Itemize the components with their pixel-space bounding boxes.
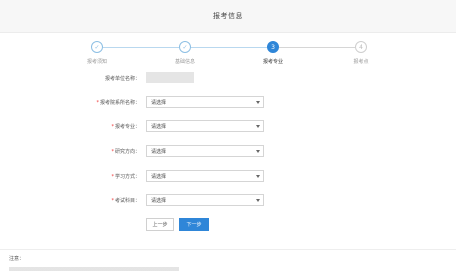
step-connector — [191, 47, 267, 48]
department-select[interactable]: 请选择 — [146, 96, 264, 108]
page-title: 报考信息 — [213, 12, 243, 20]
study-mode-label: *学习方式： — [111, 173, 140, 180]
progress-steps: ✓ 报考须知 ✓ 基础信息 3 报考专业 4 报考点 — [0, 40, 456, 70]
study-mode-select[interactable]: 请选择 — [146, 170, 264, 182]
research-row: *研究方向： 请选择 — [0, 145, 456, 159]
exam-subject-label: *考试科目： — [111, 197, 140, 204]
chevron-down-icon — [256, 101, 260, 104]
major-label-text: 报考专业： — [114, 124, 140, 130]
unit-row: 报考单位名称： — [0, 72, 456, 86]
notice-title: 注意： — [9, 256, 25, 262]
research-label: *研究方向： — [111, 148, 140, 155]
major-select[interactable]: 请选择 — [146, 120, 264, 132]
step-connector — [103, 47, 179, 48]
notice-text-blurred — [9, 267, 179, 271]
major-select-value: 请选择 — [151, 124, 167, 130]
exam-subject-label-text: 考试科目： — [114, 198, 140, 204]
required-asterisk: * — [111, 174, 114, 180]
step-2-check-icon: ✓ — [179, 41, 191, 53]
step-2-label: 基础信息 — [174, 59, 196, 65]
chevron-down-icon — [256, 175, 260, 178]
unit-label: 报考单位名称： — [104, 76, 140, 82]
next-step-button[interactable]: 下一步 — [179, 218, 209, 231]
step-connector — [279, 47, 355, 48]
step-4-number: 4 — [355, 41, 367, 53]
page-header: 报考信息 — [0, 0, 456, 33]
unit-value-redacted — [146, 72, 194, 83]
major-row: *报考专业： 请选择 — [0, 120, 456, 134]
step-3-label: 报考专业 — [262, 59, 284, 65]
chevron-down-icon — [256, 125, 260, 128]
exam-subject-select-value: 请选择 — [151, 198, 167, 204]
exam-subject-select[interactable]: 请选择 — [146, 194, 264, 206]
step-1-label: 报考须知 — [86, 59, 108, 65]
study-mode-row: *学习方式： 请选择 — [0, 170, 456, 184]
department-select-value: 请选择 — [151, 100, 167, 106]
research-label-text: 研究方向： — [114, 149, 140, 155]
required-asterisk: * — [111, 149, 114, 155]
prev-step-button[interactable]: 上一步 — [146, 218, 174, 231]
step-1-check-icon: ✓ — [91, 41, 103, 53]
step-3-number: 3 — [267, 41, 279, 53]
required-asterisk: * — [111, 124, 114, 130]
research-select-value: 请选择 — [151, 149, 167, 155]
notice-section: 注意： — [0, 249, 456, 273]
department-row: *报考院系所名称： 请选择 — [0, 96, 456, 110]
research-select[interactable]: 请选择 — [146, 145, 264, 157]
required-asterisk: * — [96, 100, 99, 106]
study-mode-label-text: 学习方式： — [114, 174, 140, 180]
exam-subject-row: *考试科目： 请选择 — [0, 194, 456, 208]
department-label-text: 报考院系所名称： — [99, 100, 140, 106]
major-label: *报考专业： — [111, 123, 140, 130]
chevron-down-icon — [256, 150, 260, 153]
department-label: *报考院系所名称： — [96, 99, 140, 106]
chevron-down-icon — [256, 199, 260, 202]
step-4-label: 报考点 — [353, 59, 369, 65]
required-asterisk: * — [111, 198, 114, 204]
study-mode-select-value: 请选择 — [151, 174, 167, 180]
